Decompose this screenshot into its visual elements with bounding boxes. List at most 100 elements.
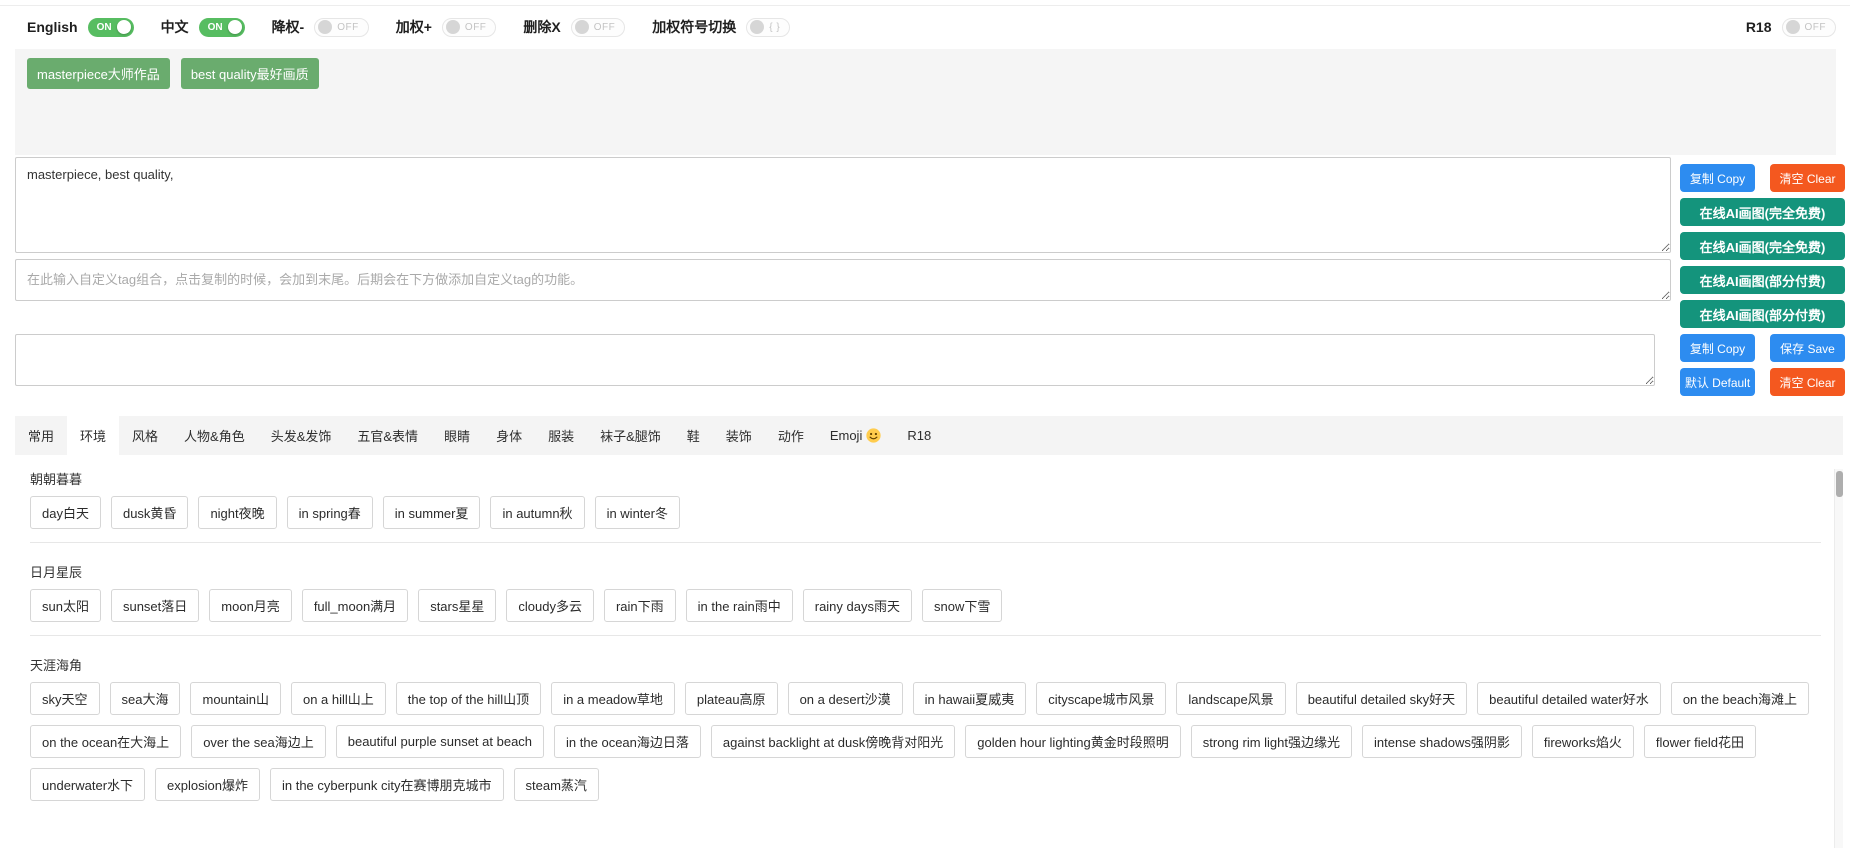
tag-button[interactable]: in spring春 [286, 496, 373, 529]
tag-button[interactable]: in autumn秋 [490, 496, 585, 529]
tag-button[interactable]: in a meadow草地 [551, 682, 675, 715]
default-custom-button[interactable]: 默认 Default [1680, 368, 1755, 396]
tag-button[interactable]: in the rain雨中 [685, 589, 793, 622]
tag-button[interactable]: explosion爆炸 [155, 768, 260, 801]
action-button-row: 在线AI画图(完全免费) [1680, 198, 1845, 226]
tag-section-landscape: 天涯海角 sky天空 sea大海 mountain山 on a hill山上 the to… [30, 655, 1821, 801]
toggle-label-lower-weight: 降权- [271, 19, 305, 35]
tag-button[interactable]: stars星星 [418, 589, 497, 622]
tab-hair[interactable]: 头发&发饰 [258, 416, 345, 455]
toggle-switch-chinese[interactable]: ON [198, 17, 245, 37]
toggle-switch-english[interactable]: ON [87, 17, 134, 37]
save-custom-button[interactable]: 保存 Save [1770, 334, 1845, 362]
section-title: 日月星辰 [30, 565, 83, 580]
online-ai-paid-2-button[interactable]: 在线AI画图(部分付费) [1680, 300, 1845, 328]
clear-prompt-button[interactable]: 清空 Clear [1770, 164, 1845, 192]
tag-button[interactable]: beautiful detailed water好水 [1477, 682, 1661, 715]
tab-socks-legwear[interactable]: 袜子&腿饰 [587, 416, 674, 455]
tab-environment[interactable]: 环境 [67, 416, 120, 455]
page: { "colors":{ "primary_blue":"#2d8cf0", "… [0, 0, 1850, 848]
section-title: 朝朝暮暮 [30, 472, 83, 487]
clear-custom-button[interactable]: 清空 Clear [1770, 368, 1845, 396]
tab-label: 环境 [80, 429, 107, 444]
tab-emoji[interactable]: Emoji [817, 416, 895, 455]
tag-button[interactable]: on a hill山上 [290, 682, 386, 715]
tag-button[interactable]: cityscape城市风景 [1036, 682, 1167, 715]
tag-button[interactable]: cloudy多云 [506, 589, 594, 622]
toggle-switch-weight-symbol[interactable]: { } [746, 17, 791, 37]
online-ai-free-1-button[interactable]: 在线AI画图(完全免费) [1680, 198, 1845, 226]
tag-button[interactable]: rain下雨 [603, 589, 676, 622]
tag-button[interactable]: in the cyberpunk city在赛博朋克城市 [269, 768, 504, 801]
copy-prompt-button[interactable]: 复制 Copy [1680, 164, 1755, 192]
toggle-group-r18: R18 OFF [1746, 17, 1836, 37]
selected-tag-chip[interactable]: best quality最好画质 [180, 58, 319, 89]
tag-button[interactable]: full_moon满月 [301, 589, 409, 622]
section-divider [30, 542, 1821, 543]
tag-button[interactable]: underwater水下 [30, 768, 146, 801]
tab-r18[interactable]: R18 [894, 416, 944, 455]
selected-tag-chip[interactable]: masterpiece大师作品 [27, 58, 170, 89]
tab-shoes[interactable]: 鞋 [674, 416, 713, 455]
tag-button[interactable]: the top of the hill山顶 [395, 682, 542, 715]
online-ai-paid-1-button[interactable]: 在线AI画图(部分付费) [1680, 266, 1845, 294]
toggle-switch-delete-x[interactable]: OFF [570, 17, 626, 37]
tag-button[interactable]: over the sea海边上 [191, 725, 326, 758]
toggle-switch-lower-weight[interactable]: OFF [314, 17, 369, 37]
tab-clothing[interactable]: 服装 [535, 416, 587, 455]
tag-button[interactable]: sea大海 [109, 682, 181, 715]
tag-button[interactable]: in hawaii夏威夷 [912, 682, 1027, 715]
tag-button[interactable]: fireworks焰火 [1531, 725, 1634, 758]
tag-button[interactable]: golden hour lighting黄金时段照明 [965, 725, 1181, 758]
action-button-row: 在线AI画图(完全免费) [1680, 232, 1845, 260]
tag-button[interactable]: rainy days雨天 [802, 589, 912, 622]
panel-scrollbar[interactable] [1834, 469, 1843, 848]
tab-eyes[interactable]: 眼睛 [431, 416, 483, 455]
tag-button[interactable]: in the ocean海边日落 [554, 725, 701, 758]
toggle-group-add-weight: 加权+ OFF [396, 17, 497, 37]
tag-button[interactable]: in summer夏 [382, 496, 481, 529]
tag-button[interactable]: moon月亮 [209, 589, 292, 622]
tag-button[interactable]: sun太阳 [30, 589, 101, 622]
tab-accessories[interactable]: 装饰 [713, 416, 765, 455]
tag-button[interactable]: against backlight at dusk傍晚背对阳光 [710, 725, 956, 758]
custom-tag-textarea[interactable] [15, 259, 1671, 301]
action-button-row: 默认 Default 清空 Clear [1680, 368, 1845, 396]
scrollbar-thumb[interactable] [1835, 471, 1843, 497]
tag-button[interactable]: mountain山 [190, 682, 281, 715]
tag-button[interactable]: intense shadows强阴影 [1362, 725, 1522, 758]
tag-button[interactable]: plateau高原 [684, 682, 778, 715]
tag-button[interactable]: steam蒸汽 [513, 768, 599, 801]
tag-button[interactable]: day白天 [30, 496, 101, 529]
copy-custom-button[interactable]: 复制 Copy [1680, 334, 1755, 362]
tag-button[interactable]: strong rim light强边缘光 [1190, 725, 1352, 758]
tag-button[interactable]: sunset落日 [110, 589, 200, 622]
tag-button[interactable]: sky天空 [30, 682, 100, 715]
tab-body[interactable]: 身体 [483, 416, 535, 455]
tab-common[interactable]: 常用 [15, 416, 67, 455]
tab-label: 装饰 [725, 429, 752, 444]
tag-button[interactable]: in winter冬 [594, 496, 680, 529]
tag-button[interactable]: night夜晚 [198, 496, 277, 529]
toggle-group-lower-weight: 降权- OFF [272, 17, 369, 37]
tag-button[interactable]: snow下雪 [921, 589, 1003, 622]
tab-style[interactable]: 风格 [119, 416, 171, 455]
toggle-switch-add-weight[interactable]: OFF [441, 17, 497, 37]
tag-button[interactable]: beautiful detailed sky好天 [1295, 682, 1468, 715]
tag-button[interactable]: on a desert沙漠 [787, 682, 903, 715]
tab-character[interactable]: 人物&角色 [171, 416, 258, 455]
tag-button[interactable]: beautiful purple sunset at beach [335, 725, 545, 758]
tag-button[interactable]: landscape风景 [1176, 682, 1286, 715]
tag-button[interactable]: on the beach海滩上 [1670, 682, 1809, 715]
tab-action[interactable]: 动作 [765, 416, 817, 455]
tab-face-expression[interactable]: 五官&表情 [344, 416, 431, 455]
prompt-textarea[interactable]: masterpiece, best quality, [15, 157, 1671, 253]
tag-button[interactable]: on the ocean在大海上 [30, 725, 182, 758]
toggle-switch-r18[interactable]: OFF [1781, 17, 1836, 37]
toggle-state-text: OFF [593, 21, 616, 33]
online-ai-free-2-button[interactable]: 在线AI画图(完全免费) [1680, 232, 1845, 260]
tab-label: 常用 [28, 429, 55, 444]
saved-tag-textarea[interactable] [15, 334, 1655, 386]
tag-button[interactable]: flower field花田 [1643, 725, 1756, 758]
tag-button[interactable]: dusk黄昏 [110, 496, 189, 529]
